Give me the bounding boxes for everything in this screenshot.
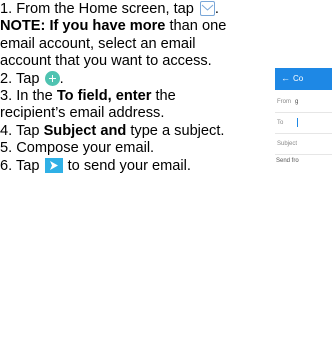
- send-from-text: Send fro: [276, 158, 299, 164]
- step-4: 4. Tap Subject and type a subject.: [0, 123, 236, 140]
- instruction-steps: 1. From the Home screen, tap . NOTE: If …: [0, 1, 236, 175]
- step-2: 2. Tap .: [0, 70, 236, 88]
- note: NOTE: If you have more than one email ac…: [0, 18, 236, 70]
- compose-screen-image: ← Co From g To Subject Send fro: [271, 60, 332, 200]
- to-label: To: [277, 120, 284, 126]
- from-value: g: [295, 99, 299, 105]
- step-3-bold: To field, enter: [56, 88, 152, 105]
- step-4-bold: Subject and: [43, 122, 127, 139]
- step-4-text: 4. Tap: [0, 122, 40, 139]
- subject-label: Subject: [277, 141, 298, 147]
- step-2-end: .: [59, 70, 64, 87]
- step-3-text: 3. In the: [0, 88, 53, 105]
- text-cursor: [297, 118, 298, 127]
- note-heading: NOTE: If you have more: [0, 18, 166, 35]
- compose-title: Co: [293, 74, 304, 83]
- step-5: 5. Compose your email.: [0, 140, 155, 157]
- step-1-text: 1. From the Home screen, tap: [0, 1, 194, 17]
- step-6-rest: to send your email.: [67, 157, 191, 174]
- step-6: 6. Tap to send your email.: [0, 157, 236, 175]
- compose-app-bar: ← Co: [275, 68, 332, 90]
- back-arrow-icon: ←: [281, 73, 290, 83]
- to-row: To: [275, 113, 332, 134]
- step-3: 3. In the To field, enter the recipient’…: [0, 88, 236, 123]
- step-1-end: .: [214, 1, 219, 17]
- step-1: 1. From the Home screen, tap .: [0, 1, 236, 18]
- from-row: From g: [275, 92, 332, 113]
- subject-row: Subject: [275, 134, 332, 155]
- envelope-icon: [199, 1, 215, 16]
- plus-icon: [44, 70, 60, 86]
- step-6-text: 6. Tap: [0, 157, 40, 174]
- from-label: From: [277, 99, 291, 105]
- send-arrow-icon: [44, 157, 63, 173]
- step-2-text: 2. Tap: [0, 70, 40, 87]
- step-4-rest: type a subject.: [130, 122, 225, 139]
